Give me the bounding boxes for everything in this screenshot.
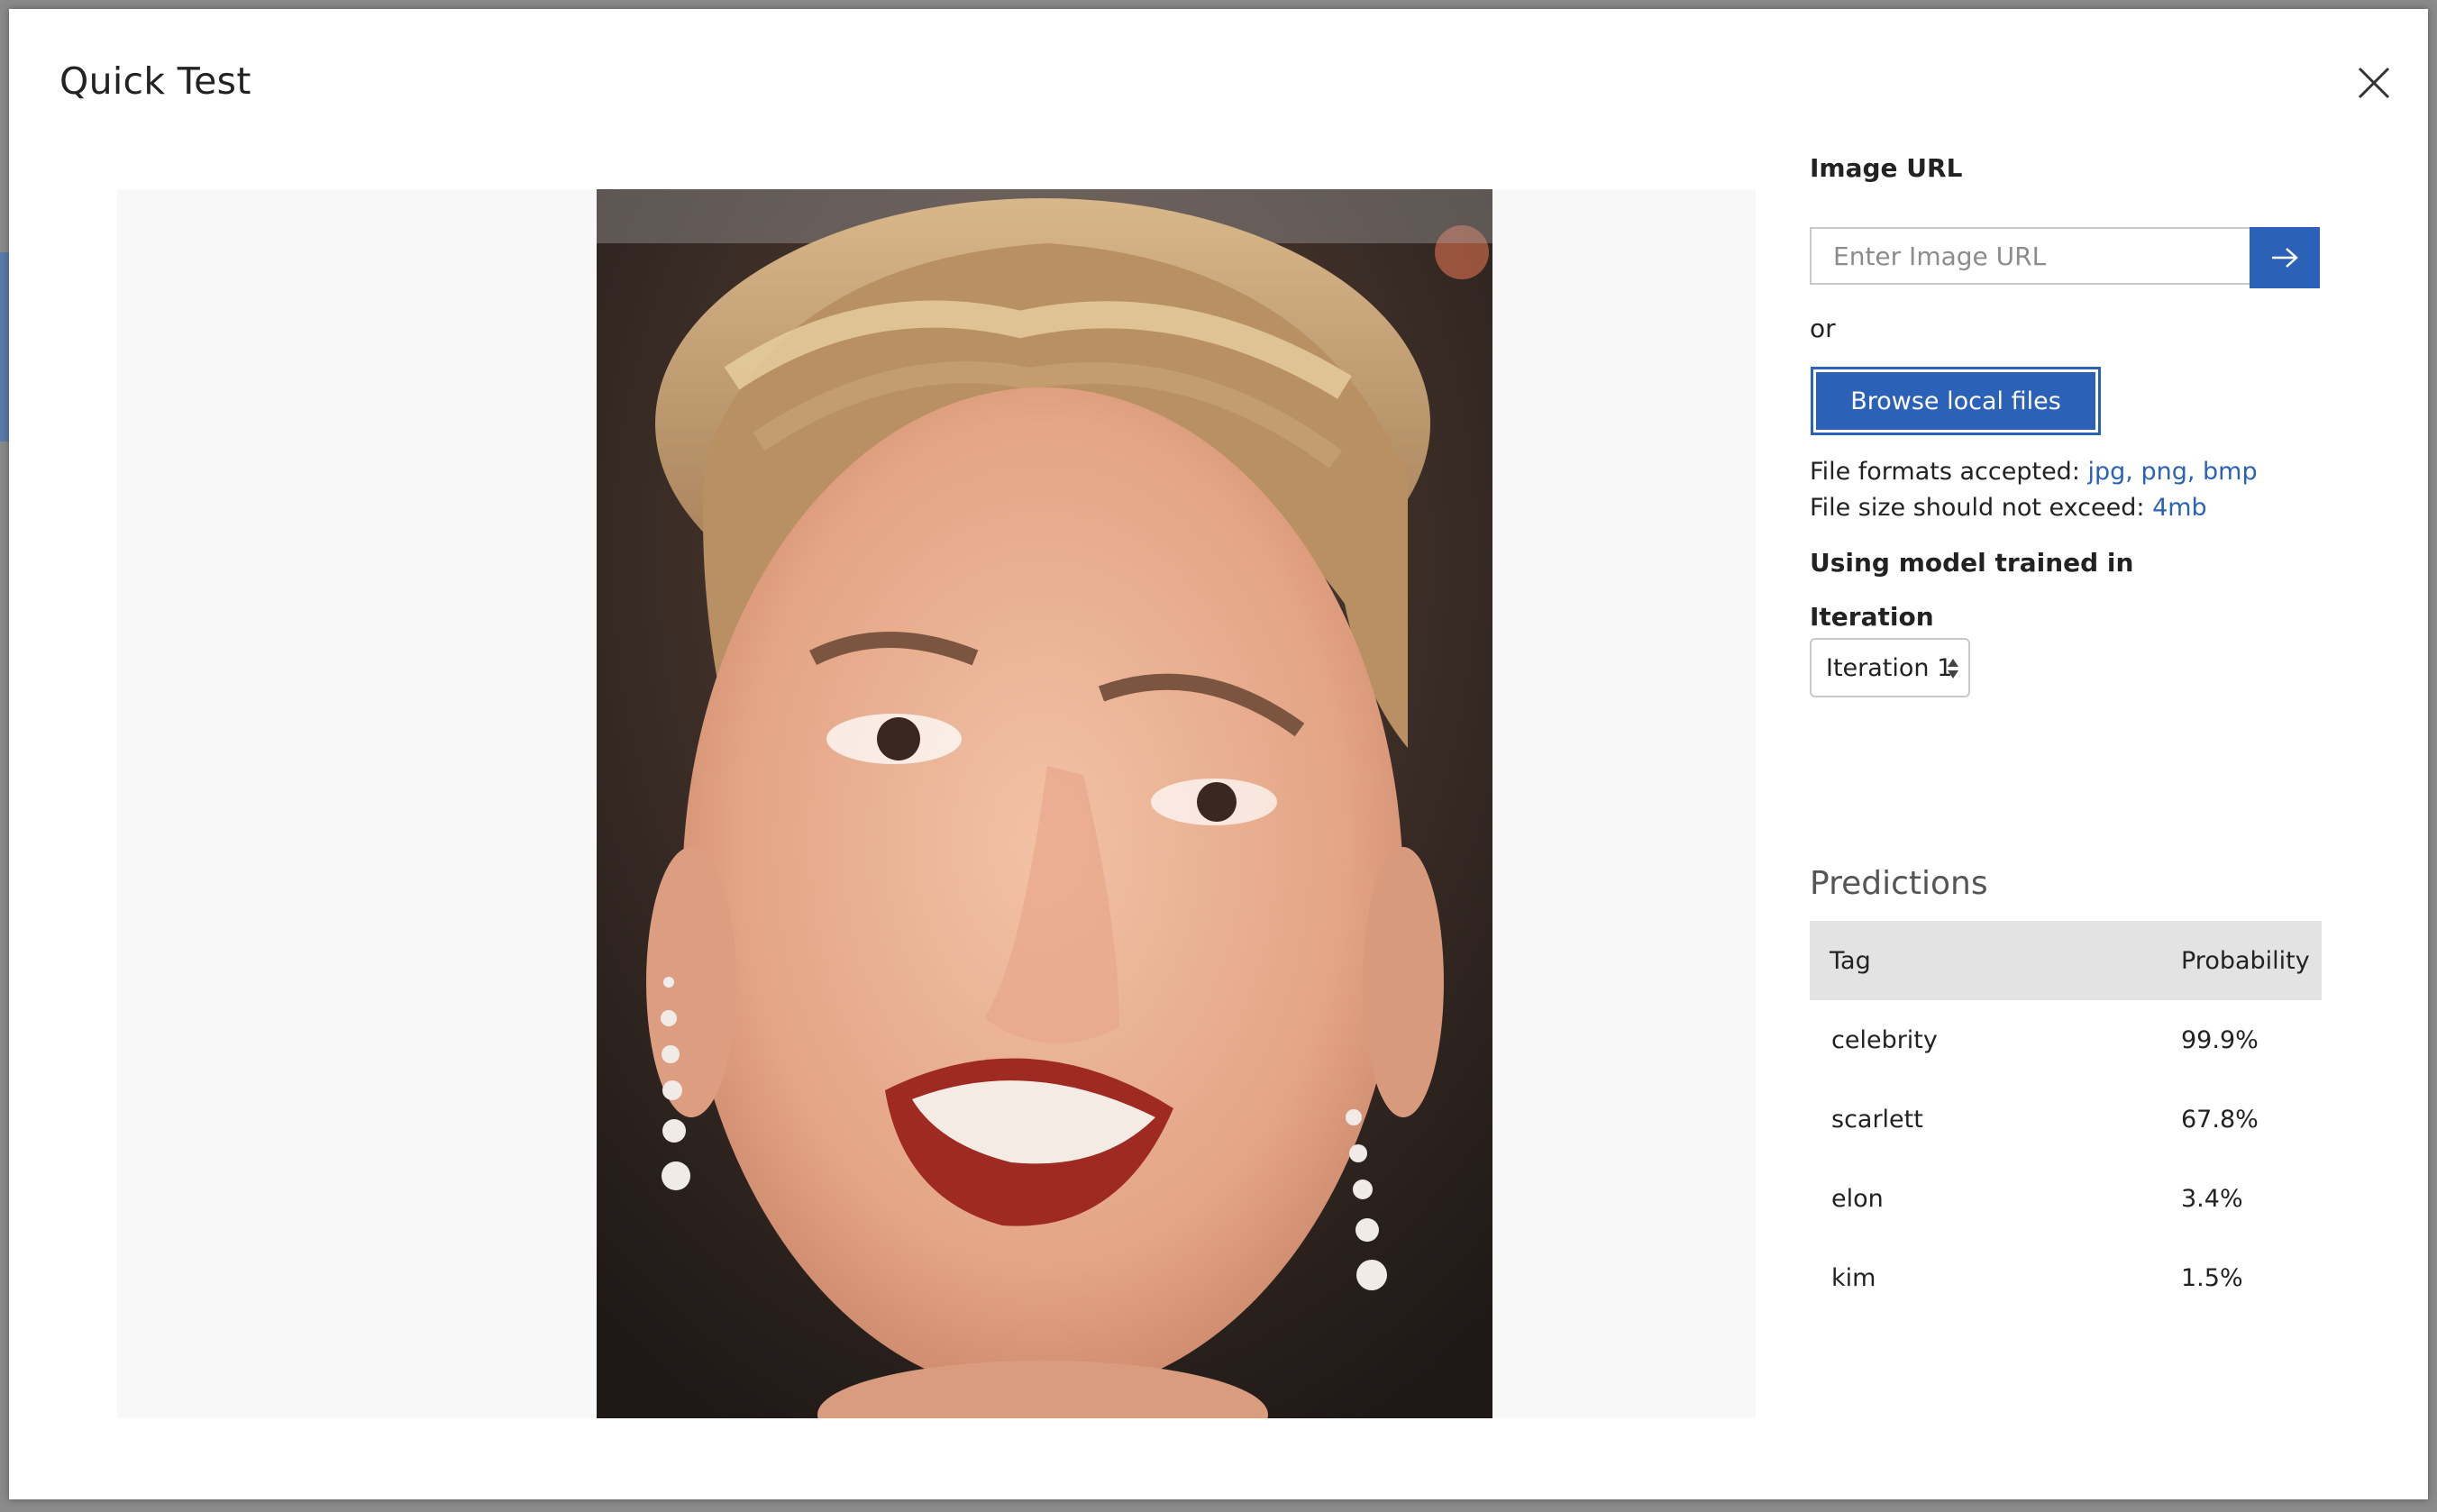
- size-line: File size should not exceed: 4mb: [1810, 490, 2258, 526]
- portrait-photo: [597, 189, 1492, 1418]
- predictions-title: Predictions: [1810, 865, 1988, 902]
- table-row: kim 1.5%: [1810, 1238, 2322, 1317]
- image-url-label: Image URL: [1810, 153, 1963, 183]
- iteration-label: Iteration: [1810, 602, 1934, 632]
- image-url-row: [1810, 227, 2327, 288]
- row-tag: elon: [1831, 1184, 1884, 1213]
- row-probability: 1.5%: [2181, 1263, 2243, 1292]
- test-image: [597, 189, 1492, 1418]
- image-url-input[interactable]: [1810, 227, 2250, 285]
- formats-line: File formats accepted: jpg, png, bmp: [1810, 454, 2258, 490]
- predictions-table: Tag Probability celebrity 99.9% scarlett…: [1810, 921, 2322, 1317]
- dialog-title: Quick Test: [59, 59, 251, 103]
- formats-value: jpg, png, bmp: [2087, 458, 2258, 486]
- or-separator: or: [1810, 314, 1836, 343]
- close-icon: [2358, 67, 2390, 99]
- column-header-probability: Probability: [2181, 946, 2310, 975]
- table-row: scarlett 67.8%: [1810, 1079, 2322, 1159]
- file-requirements: File formats accepted: jpg, png, bmp Fil…: [1810, 454, 2258, 526]
- arrow-right-icon: [2272, 248, 2298, 268]
- row-probability: 3.4%: [2181, 1184, 2243, 1213]
- table-row: celebrity 99.9%: [1810, 1000, 2322, 1079]
- close-button[interactable]: [2350, 59, 2397, 106]
- model-label: Using model trained in: [1810, 548, 2134, 578]
- formats-label: File formats accepted:: [1810, 458, 2088, 486]
- row-tag: celebrity: [1831, 1025, 1938, 1054]
- browse-local-files-button[interactable]: Browse local files: [1811, 367, 2101, 435]
- size-label: File size should not exceed:: [1810, 494, 2153, 522]
- table-row: elon 3.4%: [1810, 1159, 2322, 1238]
- submit-url-button[interactable]: [2250, 227, 2320, 288]
- image-preview-area: [117, 189, 1756, 1418]
- row-probability: 99.9%: [2181, 1025, 2259, 1054]
- predictions-header: Tag Probability: [1810, 921, 2322, 1000]
- row-probability: 67.8%: [2181, 1105, 2259, 1134]
- select-arrows-icon: [1948, 659, 1958, 679]
- row-tag: kim: [1831, 1263, 1876, 1292]
- iteration-selected-value: Iteration 1: [1826, 653, 1953, 682]
- quick-test-panel: Image URL or Browse local files File for…: [1810, 153, 2332, 1292]
- size-value: 4mb: [2152, 494, 2207, 522]
- iteration-select[interactable]: Iteration 1: [1810, 638, 1970, 697]
- quick-test-dialog: Quick Test Image URL Enter Image URL or …: [9, 9, 2428, 1499]
- column-header-tag: Tag: [1830, 946, 1871, 975]
- row-tag: scarlett: [1831, 1105, 1923, 1134]
